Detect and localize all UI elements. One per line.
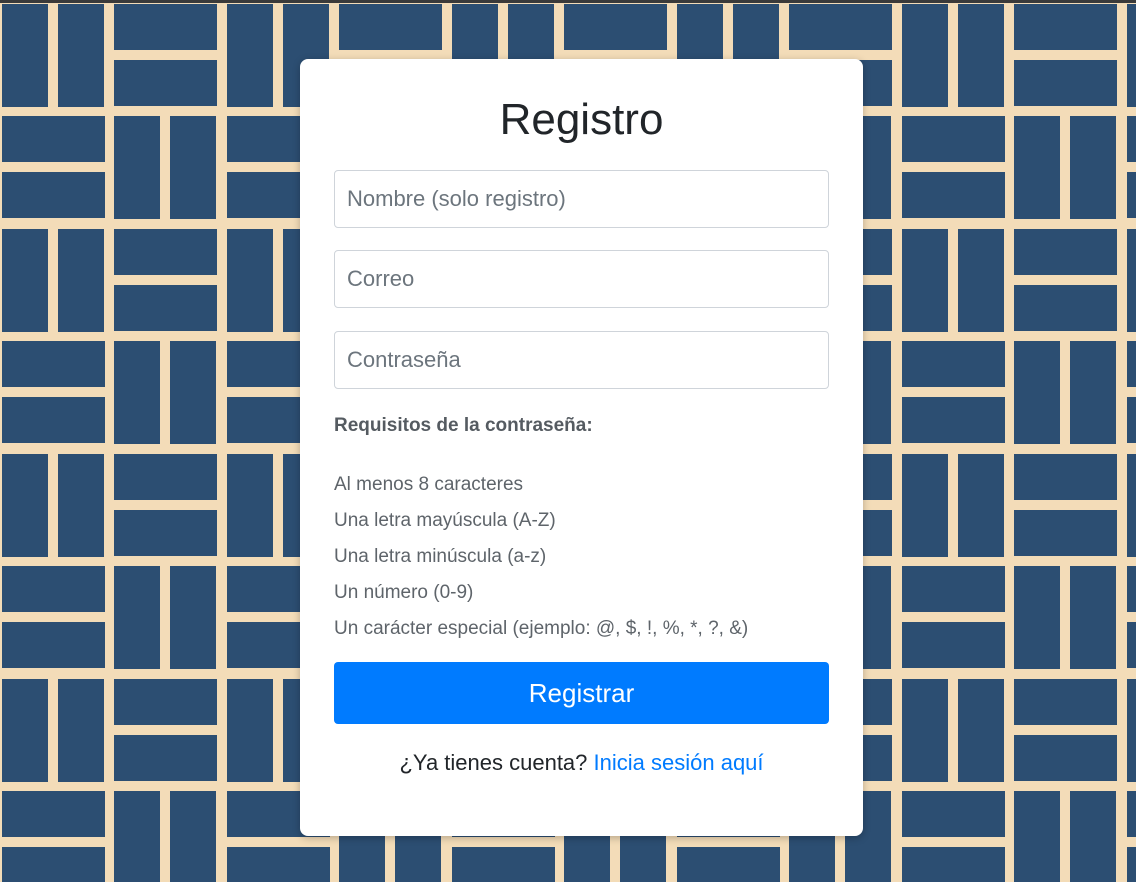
top-border [0,0,1136,3]
requirements-list: Al menos 8 caracteres Una letra mayúscul… [334,467,748,647]
requirement-item: Una letra mayúscula (A-Z) [334,510,556,531]
requirements-title: Requisitos de la contraseña: [334,415,593,436]
register-button[interactable]: Registrar [334,662,829,724]
requirement-item: Una letra minúscula (a-z) [334,546,547,567]
requirement-item: Al menos 8 caracteres [334,474,524,495]
requirement-item: Un número (0-9) [334,582,474,603]
page-title: Registro [499,95,664,144]
email-field[interactable] [334,250,829,308]
login-prompt-line: ¿Ya tienes cuenta? Inicia sesión aquí [300,750,863,776]
requirement-item: Un carácter especial (ejemplo: @, $, !, … [334,618,749,639]
password-field[interactable] [334,331,829,389]
login-prompt-text: ¿Ya tienes cuenta? [399,750,588,775]
login-link[interactable]: Inicia sesión aquí [594,750,764,775]
register-card: Registro Requisitos de la contraseña: Al… [300,59,863,836]
name-field[interactable] [334,170,829,228]
